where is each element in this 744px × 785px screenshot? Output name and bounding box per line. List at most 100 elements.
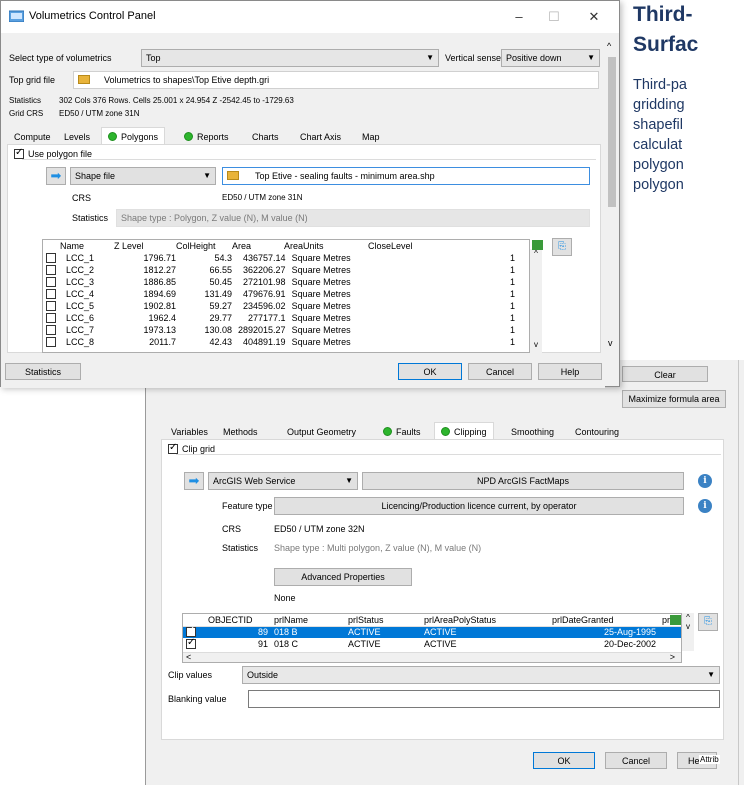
tab-polygons[interactable]: Polygons [101,127,166,145]
tab-variables[interactable]: Variables [164,422,215,440]
advanced-properties-button[interactable]: Advanced Properties [274,568,412,586]
tab-clipping[interactable]: Clipping [434,422,494,440]
tab-methods[interactable]: Methods [216,422,265,440]
table-row[interactable]: LCC_6 1962.4 29.77 277177.1 Square Metres 1 [43,312,529,324]
table-vscroll[interactable]: ^ v [530,249,542,353]
scroll-down-icon[interactable]: v [530,340,542,349]
scroll-up-icon[interactable]: ^ [607,41,611,51]
table-row[interactable]: 91 018 C ACTIVE ACTIVE 20-Dec-2002 [183,637,681,650]
info-icon[interactable]: i [698,499,712,513]
arrow-right-icon[interactable]: ➡ [184,472,204,490]
shape-file-input[interactable]: Top Etive - sealing faults - minimum are… [222,167,590,185]
clear-button[interactable]: Clear [622,366,708,382]
blanking-value-input[interactable] [248,690,720,708]
column-header[interactable]: Name [57,240,111,252]
minimize-icon[interactable]: – [504,7,534,27]
column-header[interactable]: prlDateGranted [549,614,659,626]
row-checkbox[interactable] [46,337,56,347]
scroll-thumb[interactable] [608,57,616,207]
horizontal-scrollbar[interactable]: < > [183,652,681,662]
arrow-right-icon[interactable]: ➡ [46,167,66,185]
column-header[interactable]: prlName [271,614,345,626]
vertical-scrollbar[interactable]: ^ v [605,33,619,353]
vertical-sense-select[interactable]: Positive down ▼ [501,49,600,67]
table-row[interactable]: LCC_2 1812.27 66.55 362206.27 Square Metres 1 [43,264,529,276]
row-checkbox[interactable] [46,253,56,263]
row-checkbox[interactable] [46,277,56,287]
table-cell: 59.27 [209,301,232,311]
scroll-down-icon[interactable]: v [608,338,613,348]
folder-icon[interactable] [78,75,96,85]
column-header[interactable]: CloseLevel [365,240,529,252]
status-dot-icon [383,427,392,436]
scroll-left-icon[interactable]: < [186,652,191,662]
cancel-button[interactable]: Cancel [605,752,667,769]
service-type-select[interactable]: ArcGIS Web Service ▼ [208,472,358,490]
source-type-select[interactable]: Shape file ▼ [70,167,216,185]
tab-compute[interactable]: Compute [7,127,58,145]
column-header[interactable]: Area [229,240,281,252]
table-row[interactable]: LCC_5 1902.81 59.27 234596.02 Square Metres 1 [43,300,529,312]
clip-values-select[interactable]: Outside ▼ [242,666,720,684]
export-grid-icon[interactable] [670,615,681,625]
column-header[interactable]: prlStatus [345,614,421,626]
tab-smoothing[interactable]: Smoothing [504,422,561,440]
row-checkbox[interactable] [46,325,56,335]
column-header[interactable]: ColHeight [173,240,229,252]
ok-button[interactable]: OK [398,363,462,380]
tab-levels[interactable]: Levels [57,127,97,145]
table-row[interactable]: LCC_3 1886.85 50.45 272101.98 Square Metres 1 [43,276,529,288]
tab-faults[interactable]: Faults [376,422,428,440]
row-checkbox[interactable] [46,301,56,311]
use-polygon-label: Use polygon file [28,149,93,159]
maximize-formula-button[interactable]: Maximize formula area [622,390,726,408]
row-checkbox[interactable] [46,289,56,299]
row-checkbox[interactable] [46,313,56,323]
scroll-right-icon[interactable]: > [670,652,675,662]
column-header[interactable]: prlAreaPolyStatus [421,614,549,626]
volumetrics-type-select[interactable]: Top ▼ [141,49,439,67]
folder-icon[interactable] [227,171,245,181]
tab-charts[interactable]: Charts [245,127,286,145]
service-name-button[interactable]: NPD ArcGIS FactMaps [362,472,684,490]
export-grid-icon[interactable] [532,240,543,250]
table-cell: Square Metres [291,265,351,275]
table-row[interactable]: LCC_1 1796.71 54.3 436757.14 Square Metres 1 [43,252,529,264]
tab-faults-label: Faults [396,427,421,437]
tab-reports[interactable]: Reports [177,127,236,145]
feature-type-button[interactable]: Licencing/Production licence current, by… [274,497,684,515]
top-grid-file-input[interactable]: Volumetrics to shapes\Top Etive depth.gr… [73,71,599,89]
para-line: calculat [633,137,683,153]
tab-output-geometry[interactable]: Output Geometry [280,422,363,440]
table-row[interactable]: LCC_4 1894.69 131.49 479676.91 Square Metres… [43,288,529,300]
scroll-down-icon[interactable]: v [682,622,694,631]
row-checkbox[interactable] [186,625,196,638]
copy-icon[interactable]: ⎘ [698,613,718,631]
scroll-up-icon[interactable]: ^ [682,613,694,622]
statistics-button[interactable]: Statistics [5,363,81,380]
close-icon[interactable]: ✕ [579,7,609,27]
clip-grid-checkbox[interactable]: Clip grid [168,442,215,454]
table-cell: Square Metres [291,253,351,263]
copy-icon[interactable]: ⎘ [552,238,572,256]
title-bar[interactable]: Volumetrics Control Panel – ☐ ✕ [1,1,619,33]
maximize-icon[interactable]: ☐ [539,7,569,27]
info-icon[interactable]: i [698,474,712,488]
tab-contouring[interactable]: Contouring [568,422,626,440]
table-row[interactable]: LCC_8 2011.7 42.43 404891.19 Square Metres 1 [43,336,529,348]
tab-chart-axis[interactable]: Chart Axis [293,127,348,145]
column-header[interactable]: Z Level [111,240,173,252]
table-row[interactable]: 89 018 B ACTIVE ACTIVE 25-Aug-1995 [183,625,681,638]
cancel-button[interactable]: Cancel [468,363,532,380]
scroll-up-icon[interactable]: ^ [530,249,542,258]
use-polygon-checkbox[interactable]: Use polygon file [14,147,93,159]
row-checkbox[interactable] [46,265,56,275]
row-checkbox[interactable] [186,637,196,649]
table-row[interactable]: LCC_7 1973.13 130.08 2892015.27 Square Metre… [43,324,529,336]
tab-map[interactable]: Map [355,127,387,145]
column-header[interactable]: AreaUnits [281,240,365,252]
ok-button[interactable]: OK [533,752,595,769]
column-header[interactable]: OBJECTID [205,614,271,626]
help-button[interactable]: Help [538,363,602,380]
table-vscroll[interactable]: ^ v [682,613,694,651]
